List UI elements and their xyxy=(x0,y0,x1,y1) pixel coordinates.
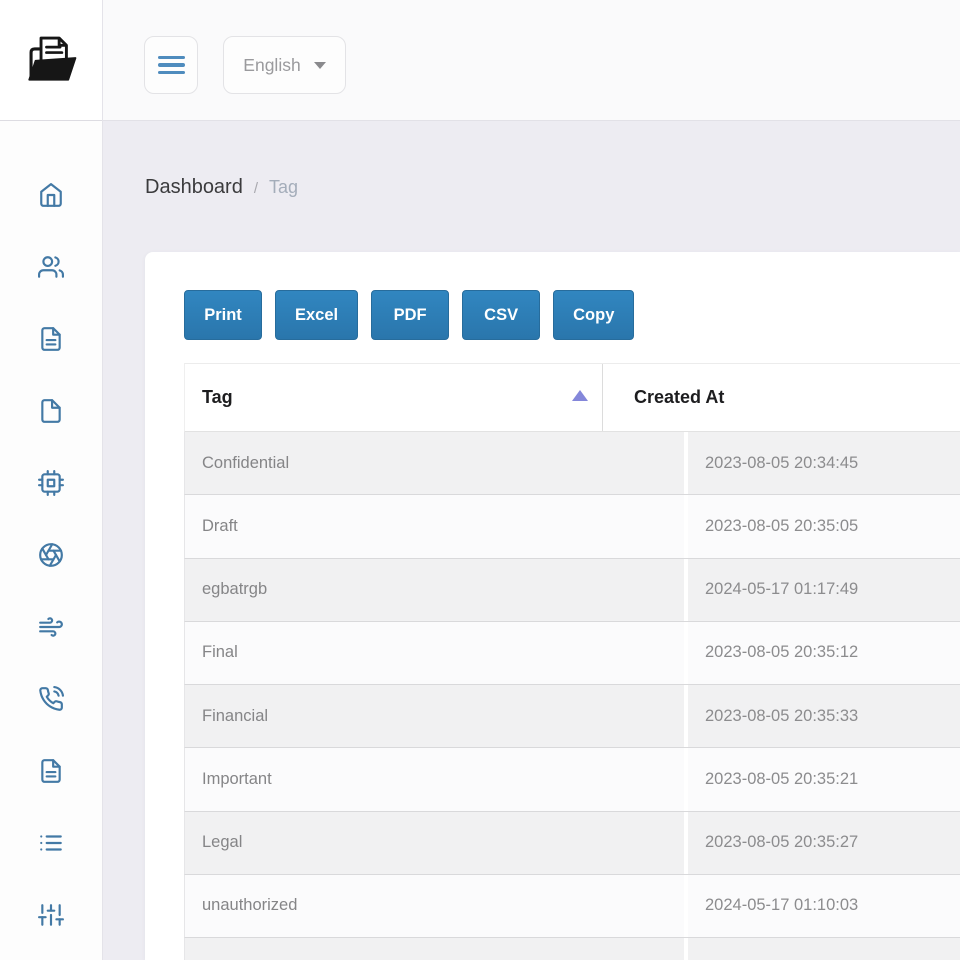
tag-cell: Confidential xyxy=(185,432,688,495)
home-icon xyxy=(38,182,64,213)
column-header-created-at[interactable]: Created At xyxy=(603,364,960,431)
breadcrumb: Dashboard / Tag xyxy=(145,176,298,199)
language-value: English xyxy=(243,54,301,75)
sidebar-item-list[interactable] xyxy=(36,832,66,858)
created-at-cell: 2024-05-17 01:10:03 xyxy=(688,874,960,937)
csv-button[interactable]: CSV xyxy=(462,290,541,340)
sidebar-item-media[interactable] xyxy=(36,542,66,573)
file-icon xyxy=(38,398,64,429)
table-row: Important 2023-08-05 20:35:21 xyxy=(184,748,960,812)
created-at-cell xyxy=(688,938,960,960)
tag-cell: Financial xyxy=(185,685,688,748)
cpu-icon xyxy=(38,469,64,501)
table-row: Draft 2023-08-05 20:35:05 xyxy=(184,495,960,559)
tag-cell: Final xyxy=(185,621,688,684)
sidebar-item-system[interactable] xyxy=(36,469,66,501)
table-row: Confidential 2023-08-05 20:34:45 xyxy=(184,432,960,496)
file-text-icon xyxy=(38,758,64,789)
phone-call-icon xyxy=(38,685,64,717)
file-text-icon xyxy=(38,326,64,357)
created-at-cell: 2024-05-17 01:17:49 xyxy=(688,558,960,621)
sort-asc-icon xyxy=(572,390,588,401)
tag-cell: unauthorized xyxy=(185,874,688,937)
content-card: Print Excel PDF CSV Copy Tag Created At … xyxy=(145,252,960,960)
table-row: unauthorized 2024-05-17 01:10:03 xyxy=(184,874,960,938)
created-at-cell: 2023-08-05 20:35:12 xyxy=(688,621,960,684)
table-row: Final 2023-08-05 20:35:12 xyxy=(184,621,960,685)
pdf-button[interactable]: PDF xyxy=(371,290,450,340)
language-dropdown[interactable]: English xyxy=(223,36,346,94)
sidebar-item-documents[interactable] xyxy=(36,326,66,357)
aperture-icon xyxy=(38,542,64,573)
table-header: Tag Created At xyxy=(184,363,960,432)
wind-icon xyxy=(38,614,64,645)
hamburger-icon xyxy=(157,52,185,79)
created-at-cell: 2023-08-05 20:35:21 xyxy=(688,748,960,811)
created-at-cell: 2023-08-05 20:35:05 xyxy=(688,495,960,558)
tag-cell: Draft xyxy=(185,495,688,558)
list-icon xyxy=(38,830,64,861)
created-at-cell: 2023-08-05 20:35:27 xyxy=(688,811,960,874)
tag-cell: Important xyxy=(185,748,688,811)
excel-button[interactable]: Excel xyxy=(275,290,359,340)
app-logo[interactable] xyxy=(0,0,102,121)
table-row: Financial 2023-08-05 20:35:33 xyxy=(184,685,960,749)
table-body: Confidential 2023-08-05 20:34:45 Draft 2… xyxy=(184,432,960,960)
sidebar-item-reports[interactable] xyxy=(36,758,66,789)
created-at-cell: 2023-08-05 20:35:33 xyxy=(688,685,960,748)
table-row: Legal 2023-08-05 20:35:27 xyxy=(184,811,960,875)
breadcrumb-dashboard-link[interactable]: Dashboard xyxy=(145,176,243,199)
sidebar xyxy=(0,0,103,960)
sidebar-item-settings[interactable] xyxy=(36,902,66,933)
chevron-down-icon xyxy=(313,61,326,69)
sidebar-nav xyxy=(0,121,102,930)
topbar: English xyxy=(103,0,960,121)
table-row-partial xyxy=(184,938,960,960)
created-at-cell: 2023-08-05 20:34:45 xyxy=(688,432,960,495)
export-toolbar: Print Excel PDF CSV Copy xyxy=(184,290,635,340)
sidebar-item-contact[interactable] xyxy=(36,685,66,717)
sidebar-item-files[interactable] xyxy=(36,398,66,429)
sidebar-item-home[interactable] xyxy=(36,182,66,213)
breadcrumb-separator: / xyxy=(253,180,259,197)
tag-cell: Legal xyxy=(185,811,688,874)
breadcrumb-current-page: Tag xyxy=(269,177,299,197)
sidebar-item-wind[interactable] xyxy=(36,616,66,642)
sidebar-item-users[interactable] xyxy=(36,254,66,285)
users-icon xyxy=(38,254,64,285)
app-window: English Dashboard / Tag Print Excel PDF … xyxy=(0,0,960,960)
menu-toggle-button[interactable] xyxy=(144,36,198,94)
print-button[interactable]: Print xyxy=(184,290,262,340)
column-header-tag[interactable]: Tag xyxy=(185,364,603,431)
sliders-icon xyxy=(38,902,64,933)
tag-cell xyxy=(185,938,688,960)
table-row: egbatrgb 2024-05-17 01:17:49 xyxy=(184,558,960,622)
tag-cell: egbatrgb xyxy=(185,558,688,621)
folder-document-icon xyxy=(22,30,80,91)
copy-button[interactable]: Copy xyxy=(553,290,635,340)
